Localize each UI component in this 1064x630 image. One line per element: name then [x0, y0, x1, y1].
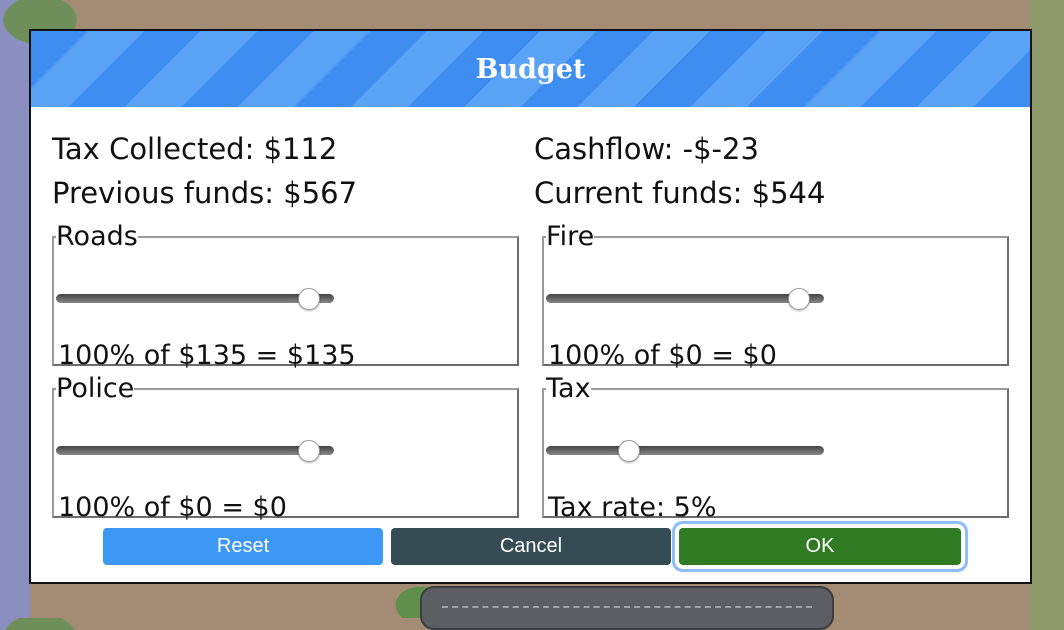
fire-panel: Fire 100% of $0 = $0 — [542, 221, 1009, 371]
ok-button[interactable]: OK — [679, 528, 961, 565]
map-road — [420, 586, 834, 630]
reset-button[interactable]: Reset — [103, 528, 383, 565]
roads-slider-track — [56, 294, 334, 303]
roads-value: 100% of $135 = $135 — [58, 340, 356, 371]
fire-value: 100% of $0 = $0 — [548, 340, 777, 371]
tax-collected: Tax Collected: $112 — [52, 132, 338, 166]
fire-slider[interactable] — [546, 288, 824, 310]
tax-slider-track — [546, 446, 824, 455]
tax-value: Tax rate: 5% — [548, 492, 717, 523]
tax-slider-thumb[interactable] — [618, 440, 641, 462]
roads-slider[interactable] — [56, 288, 334, 310]
police-value: 100% of $0 = $0 — [58, 492, 287, 523]
tax-slider[interactable] — [546, 440, 824, 462]
police-panel: Police 100% of $0 = $0 — [52, 373, 519, 523]
police-legend: Police — [56, 373, 135, 404]
police-slider-thumb[interactable] — [297, 440, 320, 462]
dialog-title: Budget — [475, 53, 586, 85]
fire-slider-thumb[interactable] — [787, 288, 810, 310]
roads-legend: Roads — [56, 221, 138, 252]
dialog-titlebar: Budget — [31, 31, 1030, 107]
fire-slider-track — [546, 294, 824, 303]
current-funds: Current funds: $544 — [534, 176, 826, 210]
tax-panel: Tax Tax rate: 5% — [542, 373, 1009, 523]
cancel-button[interactable]: Cancel — [391, 528, 671, 565]
cashflow: Cashflow: -$-23 — [534, 132, 759, 166]
police-slider[interactable] — [56, 440, 334, 462]
previous-funds: Previous funds: $567 — [52, 176, 358, 210]
police-slider-track — [56, 446, 334, 455]
roads-slider-thumb[interactable] — [297, 288, 320, 310]
tax-legend: Tax — [546, 373, 591, 404]
roads-panel: Roads 100% of $135 = $135 — [52, 221, 519, 371]
budget-dialog: Budget Tax Collected: $112 Cashflow: -$-… — [29, 29, 1032, 584]
fire-legend: Fire — [546, 221, 595, 252]
